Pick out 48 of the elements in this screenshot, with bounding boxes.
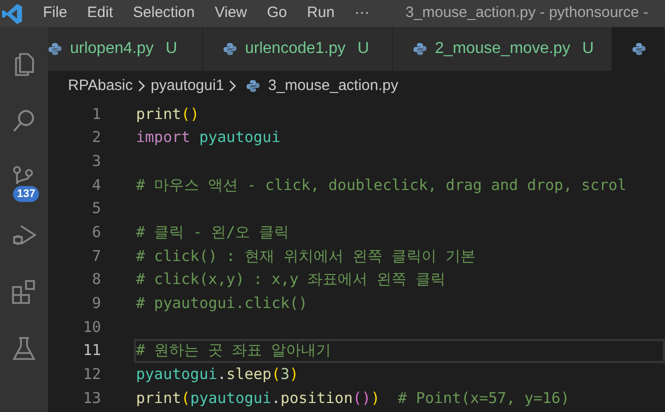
menu-item[interactable]: ··· [344, 2, 380, 25]
python-file-icon [413, 42, 427, 56]
line-number: 9 [90, 293, 101, 314]
editor-tab[interactable] [612, 27, 665, 71]
line-number: 10 [82, 316, 101, 338]
code-line: import pyautogui [135, 127, 282, 148]
line-number: 4 [90, 174, 101, 196]
breadcrumb-item[interactable]: pyautogui1 [150, 74, 224, 98]
code-line: print(pyautogui.position()) # Point(x=57, y=16) [135, 388, 570, 409]
code-line: # 마우스 액션 - click, doubleclick, drag and drop, scrol [135, 174, 628, 196]
breadcrumb-item[interactable]: RPAbasic [68, 74, 133, 98]
window-title: 3_mouse_action.py - pythonsource - [406, 3, 648, 24]
flask-icon[interactable] [11, 336, 37, 362]
python-file-icon [223, 42, 237, 56]
python-file-icon [632, 42, 646, 56]
menu-item[interactable]: View [204, 2, 257, 25]
blocks-icon[interactable] [11, 278, 37, 304]
editor-tab[interactable]: urlopen4.py U [48, 27, 203, 71]
code-line: # click(x,y) : x,y 좌표에서 왼쪽 클릭 [135, 269, 447, 290]
line-number: 12 [82, 364, 101, 386]
line-number: 13 [82, 388, 101, 409]
count-badge: 137 [13, 186, 40, 202]
app-logo-icon [1, 2, 23, 24]
code-line: print() [135, 104, 200, 125]
line-number: 8 [90, 269, 101, 290]
menu-item[interactable]: Go [257, 2, 298, 25]
line-number: 3 [90, 150, 101, 172]
line-number: 7 [90, 246, 101, 267]
line-number: 6 [90, 222, 101, 244]
menu-item[interactable]: Run [297, 2, 345, 25]
line-number: 2 [90, 127, 101, 148]
code-line: # 클릭 - 왼/오 클릭 [135, 222, 290, 244]
code-line: pyautogui.sleep(3) [135, 364, 300, 386]
editor-tab[interactable]: 2_mouse_move.py U [393, 27, 612, 71]
editor-tab[interactable]: urlencode1.py U [203, 27, 393, 71]
line-number: 5 [90, 198, 101, 220]
line-number: 11 [82, 340, 101, 362]
code-line: # click() : 현재 위치에서 왼쪽 클릭이 기본 [135, 246, 476, 267]
python-file-icon [48, 42, 62, 56]
line-number: 1 [90, 104, 101, 125]
menu-item[interactable]: Selection [123, 2, 205, 25]
menu-item[interactable]: File [33, 2, 78, 25]
menu-item[interactable]: Edit [77, 2, 124, 25]
code-line: # pyautogui.click() [135, 293, 309, 314]
chevron-icon [136, 79, 147, 93]
chevron-icon [228, 79, 238, 93]
search-icon[interactable] [11, 108, 37, 134]
breadcrumb-item[interactable]: 3_mouse_action.py [268, 74, 398, 98]
